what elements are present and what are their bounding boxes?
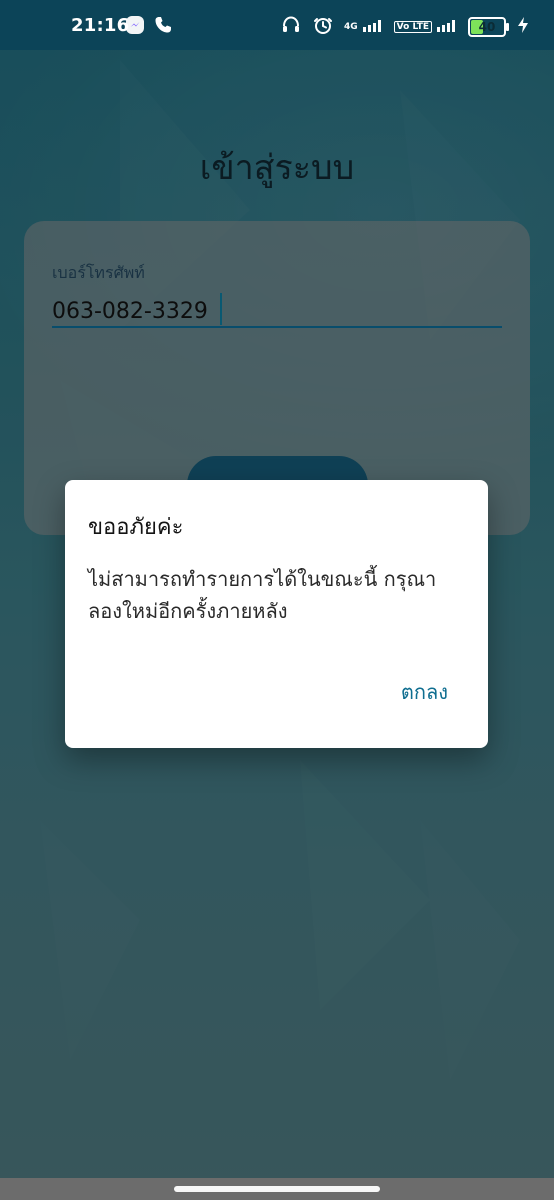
volte-indicator: Vo LTE xyxy=(393,17,458,37)
network-4g-label: 4G xyxy=(344,22,358,32)
messenger-icon xyxy=(125,15,145,39)
volte-label: Vo LTE xyxy=(393,21,432,33)
error-dialog: ขออภัยค่ะ ไม่สามารถทำรายการได้ในขณะนี้ ก… xyxy=(65,480,488,748)
signal-icon xyxy=(436,17,458,37)
dialog-title: ขออภัยค่ะ xyxy=(88,515,184,540)
home-indicator[interactable] xyxy=(174,1186,380,1192)
battery-cap xyxy=(506,23,509,31)
battery-indicator: 40 xyxy=(468,17,509,37)
status-time: 21:16 xyxy=(71,15,130,36)
network-4g: 4G xyxy=(344,17,384,37)
battery-level-text: 40 xyxy=(478,20,496,34)
phone-icon xyxy=(153,15,173,39)
status-right-icons: 4G Vo LTE 40 xyxy=(280,14,530,40)
headset-icon xyxy=(280,14,302,40)
status-bar: 21:16 4G Vo LTE 40 xyxy=(0,0,554,50)
dialog-ok-button[interactable]: ตกลง xyxy=(401,676,448,708)
navigation-bar xyxy=(0,1178,554,1200)
charging-bolt-icon xyxy=(516,16,530,38)
alarm-icon xyxy=(312,14,334,40)
status-left-icons xyxy=(125,15,173,39)
signal-icon xyxy=(362,17,384,37)
dialog-message: ไม่สามารถทำรายการได้ในขณะนี้ กรุณาลองใหม… xyxy=(88,567,437,623)
